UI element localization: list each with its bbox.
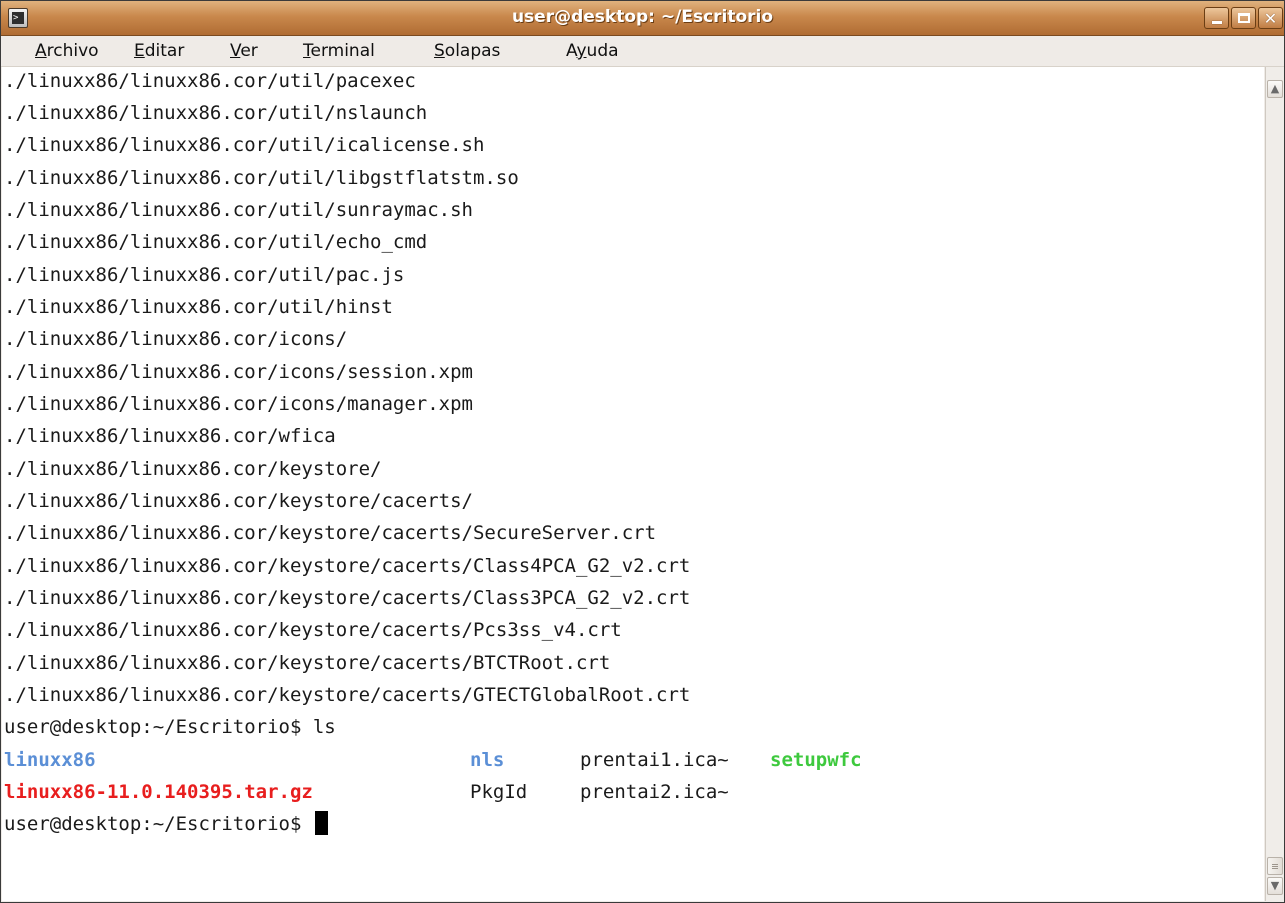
terminal-output[interactable]: ./linuxx86/linuxx86.cor/util/pacexec ./l… bbox=[2, 67, 1264, 901]
ls-output-row: linuxx86 nls prentai1.ica~ setupwfc bbox=[4, 746, 1104, 774]
grip-line bbox=[1272, 866, 1278, 867]
minimize-icon bbox=[1212, 21, 1222, 24]
ls-entry-executable: setupwfc bbox=[770, 749, 862, 771]
output-line: ./linuxx86/linuxx86.cor/keystore/cacerts… bbox=[4, 587, 691, 609]
output-line: ./linuxx86/linuxx86.cor/keystore/cacerts… bbox=[4, 652, 611, 674]
ls-entry-directory: nls bbox=[470, 749, 505, 771]
close-button[interactable]: ✕ bbox=[1258, 7, 1283, 29]
output-line: ./linuxx86/linuxx86.cor/keystore/cacerts… bbox=[4, 555, 691, 577]
command-line: user@desktop:~/Escritorio$ ls bbox=[4, 716, 336, 738]
output-line: ./linuxx86/linuxx86.cor/util/echo_cmd bbox=[4, 231, 428, 253]
prompt-line[interactable]: user@desktop:~/Escritorio$ bbox=[4, 810, 328, 838]
ls-entry-directory: linuxx86 bbox=[4, 749, 96, 771]
window-title: user@desktop: ~/Escritorio bbox=[511, 7, 774, 27]
output-line: ./linuxx86/linuxx86.cor/util/hinst bbox=[4, 296, 393, 318]
output-line: ./linuxx86/linuxx86.cor/icons/manager.xp… bbox=[4, 393, 473, 415]
output-line: ./linuxx86/linuxx86.cor/keystore/cacerts… bbox=[4, 522, 657, 544]
vertical-scrollbar[interactable]: ▲ ▼ bbox=[1265, 67, 1284, 901]
ls-entry-file: prentai2.ica~ bbox=[580, 781, 729, 803]
menu-bar: Archivo Editar Ver Terminal Solapas Ayud… bbox=[1, 36, 1284, 67]
menu-ayuda[interactable]: Ayuda bbox=[566, 36, 619, 66]
grip-line bbox=[1272, 864, 1278, 865]
minimize-button[interactable] bbox=[1204, 7, 1229, 29]
shell-prompt: user@desktop:~/Escritorio$ bbox=[4, 813, 313, 835]
output-line: ./linuxx86/linuxx86.cor/util/libgstflats… bbox=[4, 167, 519, 189]
ls-entry-archive: linuxx86-11.0.140395.tar.gz bbox=[4, 781, 313, 803]
title-bar[interactable]: > user@desktop: ~/Escritorio ✕ bbox=[1, 1, 1284, 36]
output-line: ./linuxx86/linuxx86.cor/util/pacexec bbox=[4, 70, 416, 92]
maximize-icon bbox=[1238, 13, 1250, 23]
terminal-window: > user@desktop: ~/Escritorio ✕ Archivo E… bbox=[0, 0, 1285, 903]
scroll-up-button[interactable]: ▲ bbox=[1267, 80, 1283, 98]
menu-terminal[interactable]: Terminal bbox=[303, 36, 375, 66]
output-line: ./linuxx86/linuxx86.cor/util/icalicense.… bbox=[4, 134, 485, 156]
maximize-button[interactable] bbox=[1231, 7, 1256, 29]
output-line: ./linuxx86/linuxx86.cor/wfica bbox=[4, 425, 336, 447]
output-line: ./linuxx86/linuxx86.cor/keystore/ bbox=[4, 458, 382, 480]
menu-editar[interactable]: Editar bbox=[134, 36, 184, 66]
chevron-up-icon: ▲ bbox=[1270, 82, 1280, 95]
text-cursor bbox=[314, 811, 328, 835]
ls-entry-file: prentai1.ica~ bbox=[580, 749, 729, 771]
close-icon: ✕ bbox=[1263, 9, 1278, 28]
scroll-down-button[interactable]: ▼ bbox=[1267, 877, 1283, 895]
output-line: ./linuxx86/linuxx86.cor/icons/ bbox=[4, 328, 348, 350]
scrollbar-thumb[interactable] bbox=[1267, 857, 1283, 875]
menu-ver[interactable]: Ver bbox=[230, 36, 258, 66]
chevron-down-icon: ▼ bbox=[1270, 879, 1280, 892]
output-line: ./linuxx86/linuxx86.cor/util/sunraymac.s… bbox=[4, 199, 473, 221]
output-line: ./linuxx86/linuxx86.cor/util/nslaunch bbox=[4, 102, 428, 124]
menu-archivo[interactable]: Archivo bbox=[35, 36, 99, 66]
output-line: ./linuxx86/linuxx86.cor/icons/session.xp… bbox=[4, 361, 473, 383]
ls-output-row: linuxx86-11.0.140395.tar.gz PkgId prenta… bbox=[4, 778, 1104, 806]
output-line: ./linuxx86/linuxx86.cor/util/pac.js bbox=[4, 264, 405, 286]
grip-line bbox=[1272, 868, 1278, 869]
output-line: ./linuxx86/linuxx86.cor/keystore/cacerts… bbox=[4, 684, 691, 706]
output-line: ./linuxx86/linuxx86.cor/keystore/cacerts… bbox=[4, 619, 622, 641]
output-line: ./linuxx86/linuxx86.cor/keystore/cacerts… bbox=[4, 490, 473, 512]
menu-solapas[interactable]: Solapas bbox=[434, 36, 500, 66]
ls-entry-file: PkgId bbox=[470, 781, 528, 803]
